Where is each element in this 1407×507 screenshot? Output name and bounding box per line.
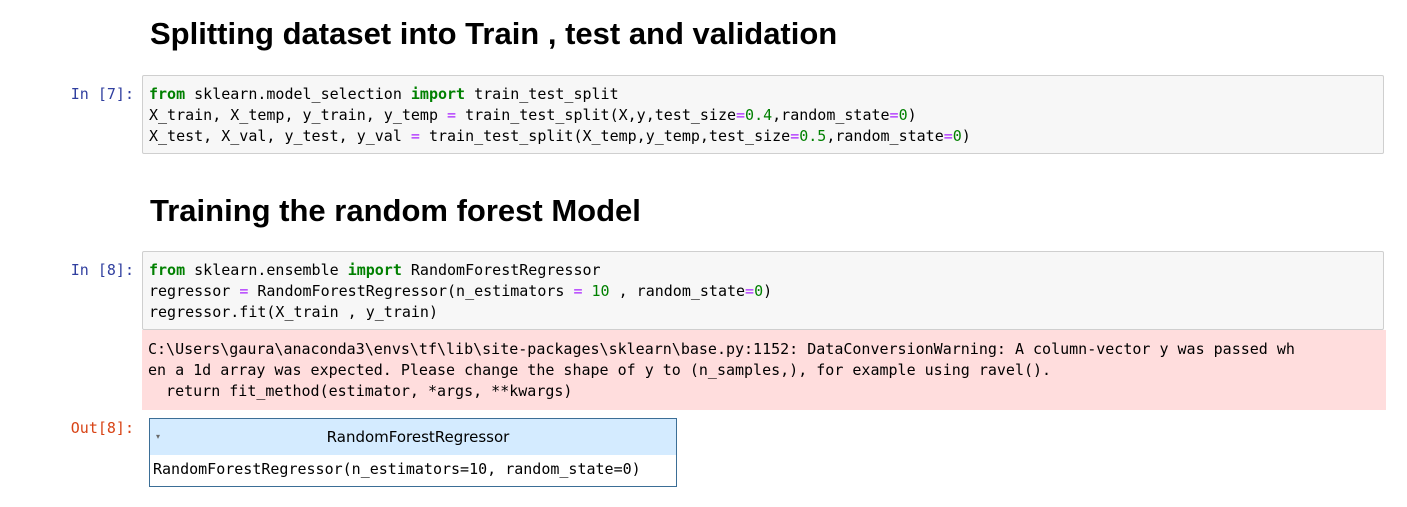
cell-7-input-prompt: In [7]: <box>70 85 134 103</box>
estimator-header[interactable]: ▾ RandomForestRegressor <box>150 419 676 455</box>
stderr-line: return fit_method(estimator, *args, **kw… <box>148 382 573 400</box>
cell-8-output-prompt: Out[8]: <box>70 419 134 437</box>
section-heading-split: Splitting dataset into Train , test and … <box>150 16 838 51</box>
code-line: X_test, X_val, y_test, y_val = train_tes… <box>149 127 971 145</box>
estimator-repr-widget: ▾ RandomForestRegressor RandomForestRegr… <box>149 418 677 487</box>
stderr-line: en a 1d array was expected. Please chang… <box>148 361 1052 379</box>
cell-8-stderr-output: C:\Users\gaura\anaconda3\envs\tf\lib\sit… <box>142 330 1386 410</box>
cell-8-input-prompt: In [8]: <box>70 261 134 279</box>
code-line: from sklearn.model_selection import trai… <box>149 85 619 103</box>
estimator-repr-text: RandomForestRegressor(n_estimators=10, r… <box>153 460 641 478</box>
cell-7-code-editor[interactable]: from sklearn.model_selection import trai… <box>142 75 1384 154</box>
cell-8-code-editor[interactable]: from sklearn.ensemble import RandomFores… <box>142 251 1384 330</box>
section-heading-train: Training the random forest Model <box>150 193 641 228</box>
code-line: X_train, X_temp, y_train, y_temp = train… <box>149 106 917 124</box>
code-line: regressor.fit(X_train , y_train) <box>149 303 438 321</box>
stderr-line: C:\Users\gaura\anaconda3\envs\tf\lib\sit… <box>148 340 1295 358</box>
estimator-title: RandomForestRegressor <box>326 428 510 446</box>
code-line: from sklearn.ensemble import RandomFores… <box>149 261 601 279</box>
code-line: regressor = RandomForestRegressor(n_esti… <box>149 282 773 300</box>
